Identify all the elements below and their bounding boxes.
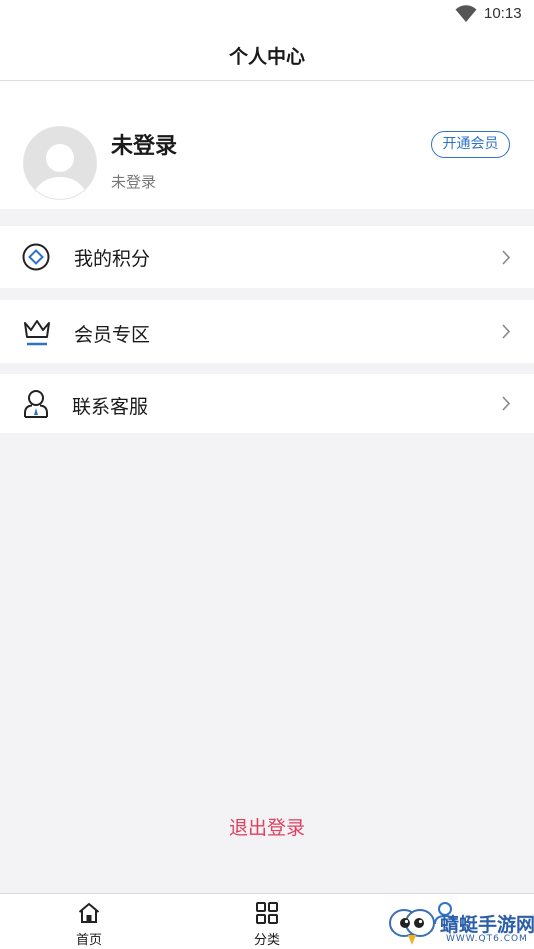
profile-header: 未登录 未登录 开通会员: [0, 81, 534, 209]
menu-label-vip-zone: 会员专区: [74, 324, 151, 346]
tab-home[interactable]: 首页: [59, 894, 119, 949]
watermark-text: 蜻蜓手游网: [440, 914, 534, 936]
screen: 10:13 个人中心 未登录 未登录 开通会员 我的积分 会员专区 联系客服 退…: [0, 0, 534, 949]
open-vip-button[interactable]: 开通会员: [431, 131, 510, 158]
tab-category[interactable]: 分类: [237, 894, 297, 949]
chevron-right-icon: [502, 250, 511, 265]
watermark-url: WWW.QT6.COM: [446, 934, 528, 944]
chevron-right-icon: [502, 324, 511, 339]
points-diamond-icon: [22, 243, 50, 271]
menu-item-customer-service[interactable]: 联系客服: [0, 374, 534, 433]
tab-home-label: 首页: [75, 933, 102, 948]
default-avatar-icon: [24, 127, 96, 199]
chevron-right-icon: [502, 396, 511, 411]
logout-button[interactable]: 退出登录: [0, 813, 534, 840]
menu-item-vip-zone[interactable]: 会员专区: [0, 300, 534, 363]
menu-label-points: 我的积分: [74, 248, 151, 270]
status-time: 10:13: [484, 5, 522, 22]
menu-label-customer-service: 联系客服: [72, 396, 149, 418]
watermark: 蜻蜓手游网 WWW.QT6.COM: [386, 901, 534, 949]
status-bar: 10:13: [0, 0, 534, 30]
avatar[interactable]: [23, 126, 97, 200]
customer-service-icon: [24, 390, 48, 418]
crown-icon: [24, 320, 50, 346]
tab-category-label: 分类: [253, 933, 280, 948]
nav-bar: 个人中心: [0, 30, 534, 81]
home-icon: [78, 903, 100, 923]
dragonfly-logo-icon: [389, 909, 435, 945]
category-grid-icon: [256, 902, 278, 924]
user-subtitle: 未登录: [111, 173, 157, 191]
user-name[interactable]: 未登录: [111, 128, 177, 160]
wifi-icon: [455, 5, 477, 22]
menu-item-points[interactable]: 我的积分: [0, 226, 534, 288]
page-title: 个人中心: [228, 46, 305, 68]
